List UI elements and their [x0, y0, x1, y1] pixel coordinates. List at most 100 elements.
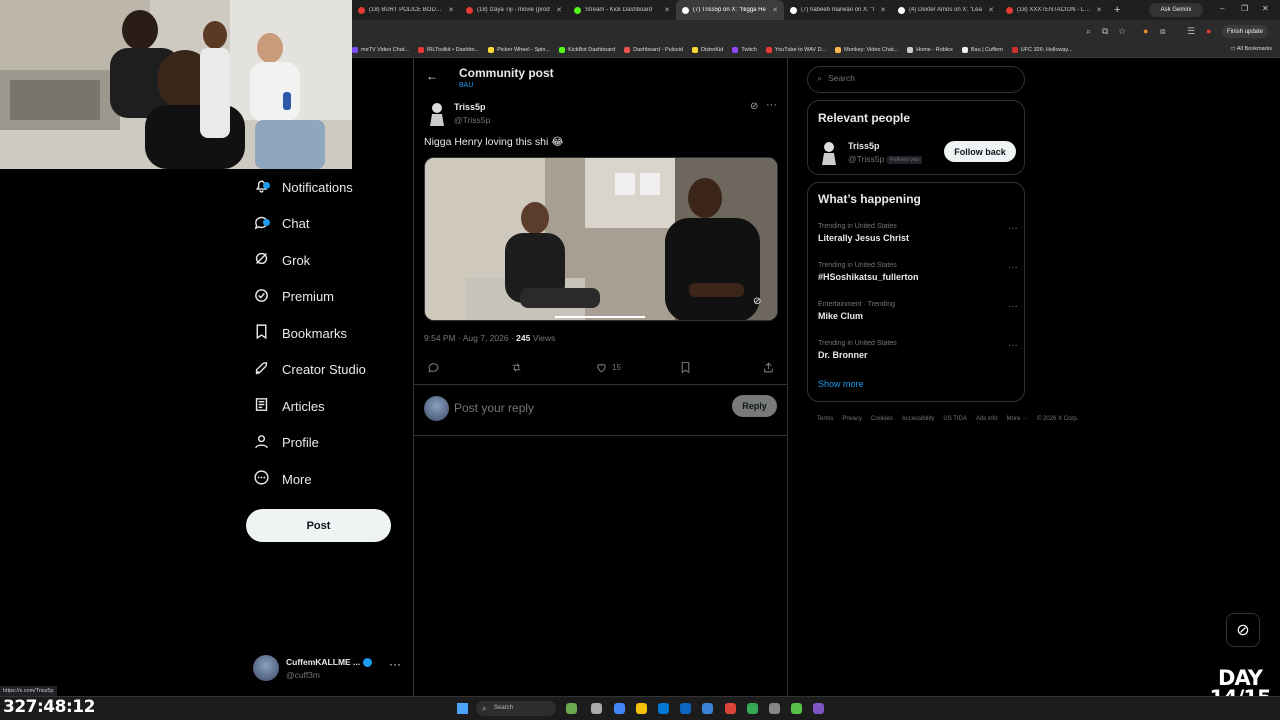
nav-item-premium[interactable]: Premium [253, 282, 334, 312]
extension-icon[interactable]: ● [1143, 26, 1148, 36]
bookmark-item[interactable]: Monkey: Video Chat... [835, 46, 898, 53]
trend-item[interactable]: Trending in United States #HSoshikatsu_fu… [818, 262, 1018, 296]
community-name-link[interactable]: BAU [459, 82, 473, 89]
trend-more-icon[interactable]: ··· [1008, 223, 1018, 234]
browser-tab[interactable]: (18) BURT POLICE BODYCA ✕ [352, 0, 460, 20]
reply-button[interactable]: Reply [732, 395, 777, 417]
footer-link[interactable]: Privacy [842, 416, 862, 422]
repost-action[interactable] [510, 361, 527, 374]
cast-icon[interactable]: ⧉ [1102, 26, 1108, 37]
tab-close-icon[interactable]: ✕ [1096, 6, 1102, 14]
trend-item[interactable]: Trending in United States Literally Jesus… [818, 223, 1018, 257]
browser-tab[interactable]: Stream - Kick Dashboard ✕ [568, 0, 676, 20]
maximize-icon[interactable]: ❐ [1241, 4, 1248, 13]
tab-close-icon[interactable]: ✕ [556, 6, 562, 14]
bookmark-item[interactable]: IRLToolkit • Dashbo... [417, 46, 479, 53]
bookmark-item[interactable]: meTV Video Chat... [352, 46, 409, 53]
ask-gemini-button[interactable]: Ask Gemini [1149, 3, 1203, 17]
bookmark-item[interactable]: UFC 326: Holloway... [1011, 46, 1072, 53]
browser-tab[interactable]: (7) Triss5p on X: "Nigga He ✕ [676, 0, 784, 20]
puzzle-icon[interactable]: ⧈ [1160, 26, 1166, 37]
footer-link[interactable]: US TIDA [943, 416, 967, 422]
post-more-icon[interactable]: ··· [766, 99, 777, 111]
tab-close-icon[interactable]: ✕ [448, 6, 454, 14]
browser-tab[interactable]: (4) Dexter Amos on X: "Lea ✕ [892, 0, 1000, 20]
post-timestamp[interactable]: 9:54 PM · Aug 7, 2026 · [424, 333, 516, 343]
post-button[interactable]: Post [246, 509, 391, 542]
bookmark-item[interactable]: YouTube to WAV D... [765, 46, 826, 53]
bookmark-item[interactable]: KickBot Dashboard [559, 46, 615, 53]
bookmark-item[interactable]: Dashboard - Pulsoid [624, 46, 683, 53]
trend-item[interactable]: Trending in United States Dr. Bronner ··· [818, 340, 1018, 374]
tab-search-icon[interactable]: ☰ [1187, 26, 1195, 37]
relevant-person-handle[interactable]: @Triss5p [848, 154, 884, 164]
bookmark-item[interactable]: Home - Roblox [907, 46, 953, 53]
all-bookmarks-button[interactable]: ▭ All Bookmarks [1230, 46, 1272, 52]
author-avatar[interactable] [426, 100, 448, 126]
taskbar-app-icon[interactable] [769, 703, 780, 714]
bookmark-item[interactable]: Twitch [732, 46, 757, 53]
relevant-person-name[interactable]: Triss5p [848, 141, 880, 151]
account-more-icon[interactable]: ··· [389, 657, 401, 671]
trend-more-icon[interactable]: ··· [1008, 340, 1018, 351]
windows-start-icon[interactable] [457, 703, 468, 714]
browser-tab[interactable]: (7) habeeb marwan on X: "I ✕ [784, 0, 892, 20]
nav-item-articles[interactable]: Articles [253, 391, 325, 421]
taskbar-app-icon[interactable] [702, 703, 713, 714]
nav-item-notifications[interactable]: Notifications [253, 172, 353, 202]
nav-item-bookmarks[interactable]: Bookmarks [253, 318, 347, 348]
footer-link[interactable]: Accessibility [902, 416, 935, 422]
taskbar-chrome-icon[interactable] [747, 703, 758, 714]
taskbar-app-icon[interactable] [591, 703, 602, 714]
follow-back-button[interactable]: Follow back [944, 141, 1016, 162]
zoom-icon[interactable]: ⌕ [1086, 26, 1091, 37]
footer-link[interactable]: Ads info [976, 416, 998, 422]
profile-avatar-icon[interactable]: ● [1206, 26, 1211, 36]
minimize-icon[interactable]: – [1220, 4, 1224, 13]
bookmark-item[interactable]: Picker Wheel - Spin... [488, 46, 550, 53]
taskbar-folder-icon[interactable] [636, 703, 647, 714]
tab-close-icon[interactable]: ✕ [988, 6, 994, 14]
post-video[interactable]: ⊘ [424, 157, 778, 321]
taskbar-app-icon[interactable] [791, 703, 802, 714]
taskbar-edge-icon[interactable] [658, 703, 669, 714]
author-handle[interactable]: @Triss5p [454, 115, 490, 125]
back-arrow-icon[interactable]: ← [426, 69, 438, 83]
taskbar-app-icon[interactable] [813, 703, 824, 714]
nav-item-creator-studio[interactable]: Creator Studio [253, 355, 366, 385]
like-action[interactable]: 15 [595, 361, 621, 374]
share-action[interactable] [762, 361, 779, 374]
author-name[interactable]: Triss5p [454, 102, 486, 112]
footer-link[interactable]: © 2026 X Corp. [1037, 416, 1078, 422]
bookmark-action[interactable] [679, 361, 696, 374]
footer-link[interactable]: More ··· [1007, 416, 1028, 422]
bookmark-item[interactable]: DistroKid [692, 46, 723, 53]
new-tab-button[interactable]: + [1114, 4, 1120, 16]
taskbar-app-icon[interactable] [725, 703, 736, 714]
media-grok-icon[interactable]: ⊘ [753, 296, 761, 307]
nav-item-chat[interactable]: Chat [253, 209, 309, 239]
tab-close-icon[interactable]: ✕ [880, 6, 886, 14]
show-more-link[interactable]: Show more [818, 379, 864, 389]
trend-more-icon[interactable]: ··· [1008, 301, 1018, 312]
taskbar-app-icon[interactable] [614, 703, 625, 714]
taskbar-app-icon[interactable] [566, 703, 577, 714]
account-switcher[interactable]: CuffemKALLME ... @cuff3m ··· [253, 654, 403, 684]
trend-item[interactable]: Entertainment · Trending Mike Clum ··· [818, 301, 1018, 335]
trend-more-icon[interactable]: ··· [1008, 262, 1018, 273]
footer-link[interactable]: Cookies [871, 416, 893, 422]
star-icon[interactable]: ☆ [1118, 26, 1126, 37]
search-box[interactable]: ⌕ [807, 66, 1025, 93]
grok-floating-button[interactable]: ⊘ [1226, 613, 1260, 647]
bookmark-item[interactable]: Bau | Cuffem [961, 46, 1003, 53]
grok-explain-icon[interactable]: ⊘ [750, 101, 758, 112]
footer-link[interactable]: Terms [817, 416, 833, 422]
taskbar-app-icon[interactable] [680, 703, 691, 714]
close-window-icon[interactable]: ✕ [1262, 4, 1269, 13]
nav-item-grok[interactable]: Grok [253, 245, 310, 275]
reply-action[interactable] [427, 361, 444, 374]
tab-close-icon[interactable]: ✕ [772, 6, 778, 14]
finish-update-button[interactable]: Finish update [1222, 25, 1268, 38]
reply-input[interactable] [454, 399, 714, 417]
nav-item-profile[interactable]: Profile [253, 428, 319, 458]
